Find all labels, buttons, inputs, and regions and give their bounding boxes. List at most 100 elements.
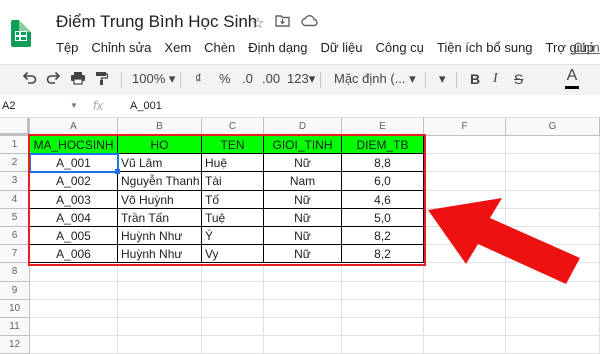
cell-c5[interactable]: Tuệ (202, 208, 264, 227)
row-header[interactable]: 8 (0, 263, 30, 282)
cell-b11[interactable] (118, 318, 202, 337)
row-header[interactable]: 6 (0, 227, 30, 246)
cell-e11[interactable] (342, 318, 424, 337)
cell-b4[interactable]: Võ Huỳnh (118, 190, 202, 209)
move-to-folder-icon[interactable] (275, 14, 290, 31)
cell-a6[interactable]: A_005 (30, 227, 118, 246)
cloud-saved-icon[interactable] (301, 14, 318, 31)
cell-a3[interactable]: A_002 (30, 172, 118, 191)
cell-c1[interactable]: TEN (202, 136, 264, 155)
cell-c2[interactable]: Huệ (202, 154, 264, 173)
cell-e8[interactable] (342, 263, 424, 282)
cell-b8[interactable] (118, 263, 202, 282)
cell-b2[interactable]: Vũ Lâm (118, 154, 202, 173)
column-header-f[interactable]: F (424, 118, 506, 136)
text-color-icon[interactable]: A (565, 68, 579, 89)
bold-button[interactable]: B (470, 71, 480, 87)
cell-a8[interactable] (30, 263, 118, 282)
menu-format[interactable]: Định dạng (248, 40, 307, 55)
strikethrough-button[interactable]: S (514, 71, 523, 87)
menu-addons[interactable]: Tiện ích bổ sung (437, 40, 533, 55)
cell-a10[interactable] (30, 299, 118, 318)
percent-format-button[interactable]: % (219, 71, 231, 86)
cell-a9[interactable] (30, 281, 118, 300)
cell-c3[interactable]: Tài (202, 172, 264, 191)
menu-tools[interactable]: Công cụ (375, 40, 423, 55)
cell-c7[interactable]: Vy (202, 245, 264, 264)
cell-d11[interactable] (264, 318, 342, 337)
increase-decimal-button[interactable]: .00 (262, 71, 280, 86)
cell-e2[interactable]: 8,8 (342, 154, 424, 173)
cell-a7[interactable]: A_006 (30, 245, 118, 264)
menu-view[interactable]: Xem (164, 40, 191, 55)
cell-d7[interactable]: Nữ (264, 245, 342, 264)
cell-d1[interactable]: GIOI_TINH (264, 136, 342, 155)
cell-g1[interactable] (506, 136, 600, 155)
dropdown-icon[interactable]: ▼ (70, 95, 78, 117)
italic-button[interactable]: I (493, 71, 498, 87)
menu-edit[interactable]: Chỉnh sửa (91, 40, 151, 55)
cell-b6[interactable]: Huỳnh Như (118, 227, 202, 246)
row-header[interactable]: 1 (0, 136, 30, 155)
cell-g12[interactable] (506, 336, 600, 354)
menu-file[interactable]: Tệp (56, 40, 78, 55)
column-header-a[interactable]: A (30, 118, 118, 136)
row-header[interactable]: 11 (0, 318, 30, 337)
row-header[interactable]: 5 (0, 208, 30, 227)
redo-icon[interactable] (46, 71, 61, 87)
cell-c12[interactable] (202, 336, 264, 354)
cell-g2[interactable] (506, 154, 600, 173)
cell-a5[interactable]: A_004 (30, 208, 118, 227)
more-formats-select[interactable]: 123▾ (287, 71, 315, 87)
cell-a12[interactable] (30, 336, 118, 354)
cell-c9[interactable] (202, 281, 264, 300)
row-header[interactable]: 4 (0, 190, 30, 209)
column-header-g[interactable]: G (506, 118, 600, 136)
paint-format-icon[interactable] (95, 71, 109, 89)
print-icon[interactable] (70, 71, 86, 88)
cell-b1[interactable]: HO (118, 136, 202, 155)
cell-d10[interactable] (264, 299, 342, 318)
cell-b9[interactable] (118, 281, 202, 300)
cell-e12[interactable] (342, 336, 424, 354)
cell-d9[interactable] (264, 281, 342, 300)
zoom-select[interactable]: 100% ▾ (132, 71, 175, 87)
select-all-corner[interactable] (0, 118, 30, 136)
sheets-logo[interactable] (11, 20, 31, 47)
document-title[interactable]: Điểm Trung Bình Học Sinh (56, 12, 257, 32)
cell-d5[interactable]: Nữ (264, 208, 342, 227)
cell-f2[interactable] (424, 154, 506, 173)
name-box[interactable]: A2 ▼ (0, 95, 84, 117)
cell-d2[interactable]: Nữ (264, 154, 342, 173)
cell-e7[interactable]: 8,2 (342, 245, 424, 264)
cell-d4[interactable]: Nữ (264, 190, 342, 209)
cell-d8[interactable] (264, 263, 342, 282)
undo-icon[interactable] (22, 71, 37, 87)
menu-insert[interactable]: Chèn (204, 40, 235, 55)
cell-e5[interactable]: 5,0 (342, 208, 424, 227)
cell-g3[interactable] (506, 172, 600, 191)
cell-b10[interactable] (118, 299, 202, 318)
cell-c11[interactable] (202, 318, 264, 337)
row-header[interactable]: 12 (0, 336, 30, 354)
cell-b3[interactable]: Nguyễn Thanh (118, 172, 202, 191)
menu-data[interactable]: Dữ liệu (321, 40, 363, 55)
cell-a11[interactable] (30, 318, 118, 337)
cell-d3[interactable]: Nam (264, 172, 342, 191)
column-header-d[interactable]: D (264, 118, 342, 136)
cell-e4[interactable]: 4,6 (342, 190, 424, 209)
font-select[interactable]: Mặc định (... ▾ (334, 71, 416, 87)
cell-a4[interactable]: A_003 (30, 190, 118, 209)
column-header-b[interactable]: B (118, 118, 202, 136)
cell-c4[interactable]: Tố (202, 190, 264, 209)
cell-e10[interactable] (342, 299, 424, 318)
column-header-e[interactable]: E (342, 118, 424, 136)
row-header[interactable]: 10 (0, 299, 30, 318)
cell-d12[interactable] (264, 336, 342, 354)
cell-f12[interactable] (424, 336, 506, 354)
cell-c8[interactable] (202, 263, 264, 282)
row-header[interactable]: 9 (0, 281, 30, 300)
fill-handle[interactable] (115, 169, 120, 175)
cell-a2[interactable]: A_001 (30, 154, 118, 173)
row-header[interactable]: 7 (0, 245, 30, 264)
